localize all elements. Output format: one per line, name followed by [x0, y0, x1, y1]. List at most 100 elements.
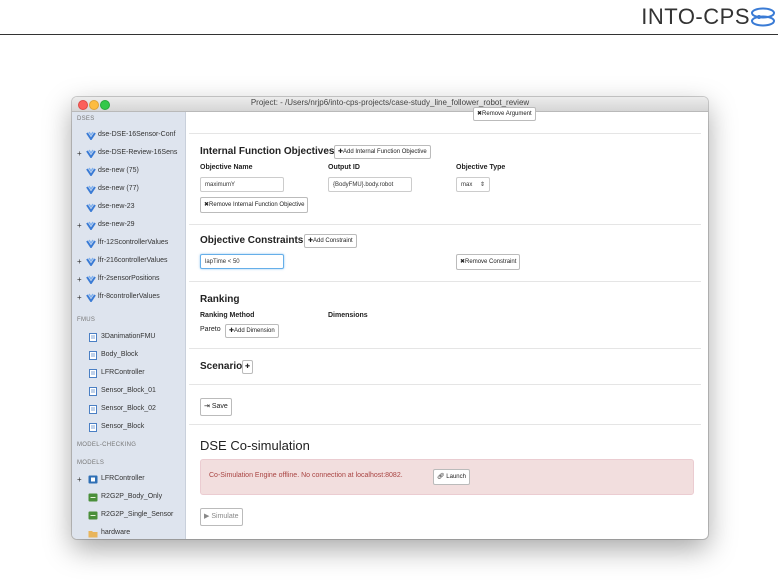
- cosim-offline-message: Co-Simulation Engine offline. No connect…: [209, 472, 403, 479]
- sidebar-model-item[interactable]: R2G2P_Single_Sensor: [72, 509, 185, 523]
- dse-cosimulation-title: DSE Co-simulation: [200, 438, 310, 453]
- launch-button[interactable]: 🔗︎ Launch: [433, 469, 470, 485]
- sidebar-dse-item[interactable]: dse-new (77): [72, 183, 185, 197]
- tree-item-label: LFRController: [101, 369, 145, 376]
- dse-editor-panel: ✖Remove Argument Internal Function Objec…: [186, 107, 708, 539]
- title-bar[interactable]: Project: - /Users/nrjp6/into-cps-project…: [72, 97, 708, 112]
- sidebar-fmu-item[interactable]: LFRController: [72, 367, 185, 381]
- save-icon: ⇥: [204, 403, 210, 410]
- header-rule: [0, 34, 778, 35]
- fmu-file-icon: [88, 351, 98, 360]
- sidebar-dse-item[interactable]: + dse-new-29: [72, 219, 185, 233]
- add-constraint-button[interactable]: ✚Add Constraint: [304, 234, 357, 248]
- objective-type-value: max: [461, 182, 473, 188]
- tree-item-label: dse-new (75): [98, 167, 139, 174]
- sidebar-dse-item[interactable]: lfr-12ScontrollerValues: [72, 237, 185, 251]
- sidebar-dse-item[interactable]: dse-DSE-16Sensor-Conf: [72, 129, 185, 143]
- ranking-method-label: Ranking Method: [200, 312, 255, 319]
- sidebar-fmu-item[interactable]: Sensor_Block_01: [72, 385, 185, 399]
- play-icon: ▶: [204, 513, 210, 520]
- window-title: Project: - /Users/nrjp6/into-cps-project…: [250, 98, 530, 107]
- dse-icon: [86, 203, 96, 213]
- sidebar-dse-item[interactable]: + lfr-216controllerValues: [72, 255, 185, 269]
- dse-icon: [86, 131, 96, 141]
- ranking-method-value: Pareto: [200, 326, 221, 333]
- sidebar-dse-item[interactable]: dse-new (75): [72, 165, 185, 179]
- sidebar-section-model-checking: MODEL-CHECKING: [77, 442, 137, 448]
- divider: [189, 384, 701, 385]
- cosim-offline-alert: Co-Simulation Engine offline. No connect…: [200, 459, 694, 495]
- tree-item-label: lfr-12ScontrollerValues: [98, 239, 169, 246]
- expand-icon[interactable]: +: [77, 275, 82, 284]
- app-window: Project: - /Users/nrjp6/into-cps-project…: [72, 97, 708, 539]
- sidebar-fmu-item[interactable]: Body_Block: [72, 349, 185, 363]
- dse-icon: [86, 149, 96, 159]
- tree-item-label: dse-new-29: [98, 221, 135, 228]
- launch-label: Launch: [446, 474, 466, 480]
- sidebar-dse-item[interactable]: + lfr-8controllerValues: [72, 291, 185, 305]
- dse-icon: [86, 167, 96, 177]
- expand-icon[interactable]: +: [77, 221, 82, 230]
- objective-type-select[interactable]: max ⇕: [456, 177, 490, 192]
- add-dimension-button[interactable]: ✚Add Dimension: [225, 324, 279, 338]
- divider: [189, 348, 701, 349]
- scenario-title: Scenario: [200, 361, 243, 372]
- save-button[interactable]: ⇥ Save: [200, 398, 232, 416]
- tree-item-label: dse-new-23: [98, 203, 135, 210]
- sidebar-model-item[interactable]: hardware: [72, 527, 185, 539]
- controller-model-icon: [88, 475, 98, 484]
- tree-item-label: LFRController: [101, 475, 145, 482]
- tree-item-label: lfr-2sensorPositions: [98, 275, 160, 282]
- project-sidebar: DSES dse-DSE-16Sensor-Conf + dse-DSE-Revie…: [72, 112, 186, 539]
- folder-icon: [88, 529, 98, 538]
- remove-constraint-button[interactable]: ✖Remove Constraint: [456, 254, 521, 270]
- tree-item-label: dse-DSE-Review-16Sens: [98, 149, 178, 156]
- divider: [189, 281, 701, 282]
- expand-icon[interactable]: +: [77, 293, 82, 302]
- fmu-file-icon: [88, 423, 98, 432]
- sidebar-section-models: MODELS: [77, 460, 105, 466]
- add-internal-function-objective-button[interactable]: ✚Add Internal Function Objective: [334, 145, 431, 159]
- sidebar-fmu-item[interactable]: 3DanimationFMU: [72, 331, 185, 345]
- remove-argument-button[interactable]: ✖Remove Argument: [473, 107, 536, 121]
- output-id-input[interactable]: {BodyFMU}.body.robot: [328, 177, 412, 192]
- tree-item-label: hardware: [101, 529, 131, 536]
- expand-icon[interactable]: +: [77, 475, 82, 484]
- simulate-button[interactable]: ▶ Simulate: [200, 508, 243, 526]
- sidebar-dse-item[interactable]: dse-new-23: [72, 201, 185, 215]
- objective-type-label: Objective Type: [456, 164, 506, 171]
- objective-name-input[interactable]: maximumY: [200, 177, 284, 192]
- into-cps-logo-icon: [751, 7, 775, 27]
- sidebar-section-fmus: FMUS: [77, 317, 96, 323]
- sidebar-model-item[interactable]: R2G2P_Body_Only: [72, 491, 185, 505]
- expand-icon[interactable]: +: [77, 257, 82, 266]
- model-icon: [88, 493, 98, 502]
- save-label: Save: [211, 403, 228, 410]
- tree-item-label: dse-new (77): [98, 185, 139, 192]
- dse-icon: [86, 275, 96, 285]
- dse-icon: [86, 239, 96, 249]
- divider: [189, 424, 701, 425]
- tree-item-label: lfr-8controllerValues: [98, 293, 160, 300]
- output-id-label: Output ID: [328, 164, 360, 171]
- dse-icon: [86, 185, 96, 195]
- fmu-file-icon: [88, 369, 98, 378]
- sidebar-dse-item[interactable]: + dse-DSE-Review-16Sens: [72, 147, 185, 161]
- sidebar-fmu-item[interactable]: Sensor_Block_02: [72, 403, 185, 417]
- tree-item-label: Sensor_Block: [101, 423, 145, 430]
- brand-name: INTO-CPS: [641, 4, 750, 29]
- add-scenario-button[interactable]: ✚: [242, 360, 254, 374]
- dse-icon: [86, 257, 96, 267]
- sidebar-dse-item[interactable]: + lfr-2sensorPositions: [72, 273, 185, 287]
- sidebar-fmu-item[interactable]: Sensor_Block: [72, 421, 185, 435]
- expand-icon[interactable]: +: [77, 149, 82, 158]
- model-icon: [88, 511, 98, 520]
- remove-internal-function-objective-button[interactable]: ✖Remove Internal Function Objective: [200, 197, 309, 213]
- fmu-file-icon: [88, 387, 98, 396]
- sidebar-model-item[interactable]: + LFRController: [72, 473, 185, 487]
- dse-icon: [86, 293, 96, 303]
- constraint-input[interactable]: lapTime < 50: [200, 254, 284, 269]
- tree-item-label: R2G2P_Body_Only: [101, 493, 163, 500]
- dse-icon: [86, 221, 96, 231]
- internal-function-objectives-title: Internal Function Objectives: [200, 146, 335, 157]
